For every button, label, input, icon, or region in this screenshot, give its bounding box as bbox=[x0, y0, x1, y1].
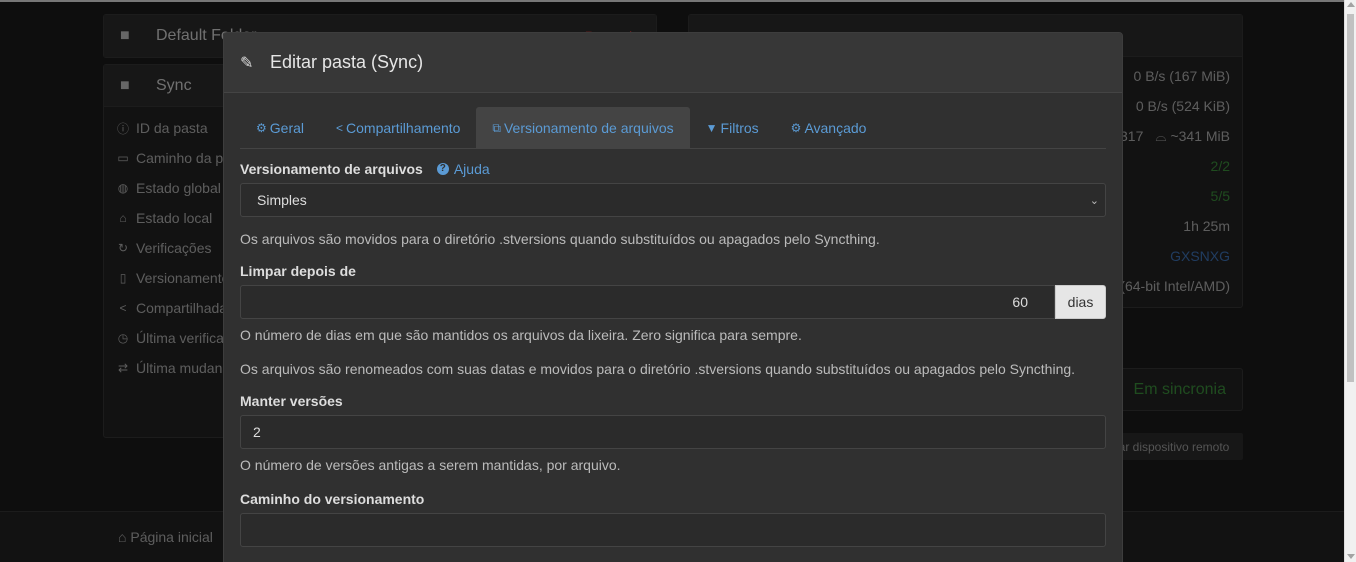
tab-file-versioning[interactable]: ⧉ Versionamento de arquivos bbox=[476, 107, 690, 149]
scroll-down-icon[interactable] bbox=[1347, 554, 1355, 559]
days-addon: dias bbox=[1055, 285, 1106, 319]
simple-versioning-description: Os arquivos são renomeados com suas data… bbox=[240, 361, 1076, 377]
versioning-label: Versionamento de arquivos bbox=[240, 161, 423, 177]
scroll-up-icon[interactable] bbox=[1347, 2, 1355, 7]
modal-tabs: ⚙ Geral < Compartilhamento ⧉ Versionamento … bbox=[240, 107, 1106, 149]
filter-icon: ▼ bbox=[705, 121, 718, 135]
edit-folder-modal: ✎ Editar pasta (Sync) ⚙ Geral < Compartilh… bbox=[223, 32, 1123, 562]
scrollbar-thumb[interactable] bbox=[1347, 14, 1354, 382]
cleanup-days-input[interactable]: 60 bbox=[240, 285, 1055, 319]
page-scrollbar[interactable] bbox=[1344, 0, 1356, 562]
keep-versions-label: Manter versões bbox=[240, 393, 343, 409]
chevron-down-icon: ⌄ bbox=[1089, 194, 1099, 207]
keep-versions-input[interactable]: 2 bbox=[240, 415, 1106, 449]
tab-advanced[interactable]: ⚙ Avançado bbox=[775, 107, 883, 149]
versioning-type-select[interactable]: Simples ⌄ bbox=[240, 183, 1106, 217]
cogs-icon: ⚙ bbox=[790, 121, 802, 135]
modal-header: ✎ Editar pasta (Sync) bbox=[224, 33, 1122, 93]
modal-title: Editar pasta (Sync) bbox=[270, 52, 424, 72]
cog-icon: ⚙ bbox=[256, 121, 267, 135]
versioning-description: Os arquivos são movidos para o diretório… bbox=[240, 231, 880, 247]
cleanup-label: Limpar depois de bbox=[240, 263, 356, 279]
share-icon: < bbox=[336, 121, 344, 135]
tab-filters[interactable]: ▼ Filtros bbox=[690, 107, 775, 149]
tab-general[interactable]: ⚙ Geral bbox=[240, 107, 320, 149]
tab-sharing[interactable]: < Compartilhamento bbox=[320, 107, 476, 149]
question-icon: ? bbox=[436, 163, 449, 175]
versions-path-input[interactable] bbox=[240, 513, 1106, 547]
help-link[interactable]: ? Ajuda bbox=[436, 161, 490, 177]
cleanup-input-group: 60 dias bbox=[240, 285, 1106, 319]
cleanup-description: O número de dias em que são mantidos os … bbox=[240, 327, 802, 343]
pencil-icon: ✎ bbox=[240, 54, 254, 72]
versions-path-label: Caminho do versionamento bbox=[240, 491, 425, 507]
copy-icon: ⧉ bbox=[492, 120, 501, 135]
keep-versions-description: O número de versões antigas a serem mant… bbox=[240, 457, 621, 473]
